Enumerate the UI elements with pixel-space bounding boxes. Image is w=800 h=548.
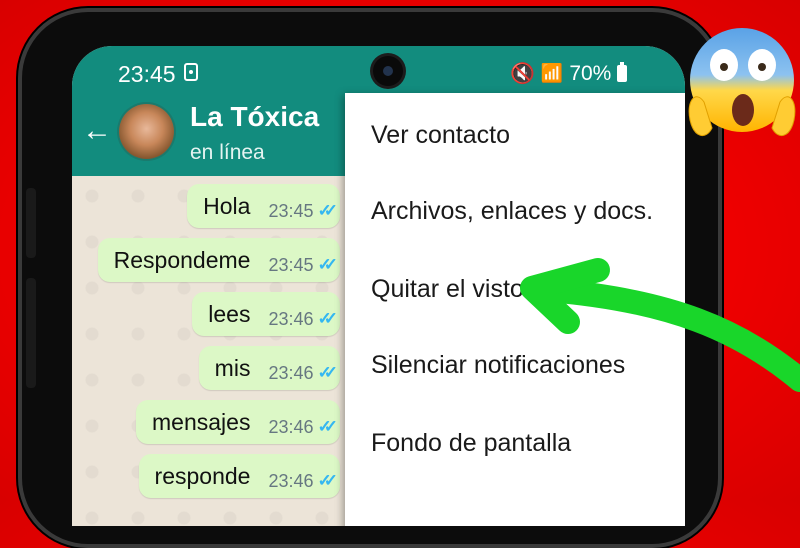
message-time: 23:45 <box>268 254 314 275</box>
message-time: 23:46 <box>268 362 314 383</box>
menu-item-ver-contacto[interactable]: Ver contacto <box>371 121 510 150</box>
message-time: 23:46 <box>268 470 314 491</box>
battery-percent: 70% <box>569 61 612 85</box>
message-time: 23:46 <box>268 416 314 437</box>
message-bubble[interactable]: lees 23:46 ✓✓ <box>192 292 340 336</box>
message-bubble[interactable]: Hola 23:45 ✓✓ <box>187 184 340 228</box>
message-text: Respondeme <box>113 246 251 273</box>
message-time: 23:45 <box>268 200 314 221</box>
read-ticks-icon: ✓✓ <box>317 363 338 382</box>
message-bubble[interactable]: mis 23:46 ✓✓ <box>198 346 340 390</box>
message-text: responde <box>154 462 251 489</box>
menu-item-archivos[interactable]: Archivos, enlaces y docs. <box>371 197 653 226</box>
message-text: mensajes <box>152 408 251 435</box>
menu-item-fondo[interactable]: Fondo de pantalla <box>371 429 571 458</box>
contact-status: en línea <box>190 141 265 164</box>
read-ticks-icon: ✓✓ <box>317 255 338 274</box>
read-ticks-icon: ✓✓ <box>317 201 338 220</box>
status-icons: 🔇 📶 70% <box>510 61 628 86</box>
power-button <box>26 278 36 388</box>
mute-icon: 🔇 <box>510 63 535 85</box>
message-text: mis <box>214 354 251 381</box>
battery-icon <box>617 62 628 82</box>
front-camera <box>373 56 403 86</box>
message-bubble[interactable]: mensajes 23:46 ✓✓ <box>136 400 340 444</box>
message-bubble[interactable]: Respondeme 23:45 ✓✓ <box>97 238 340 282</box>
notification-icon <box>184 63 198 81</box>
wifi-icon: 📶 <box>540 63 564 83</box>
status-time: 23:45 <box>118 61 176 87</box>
read-ticks-icon: ✓✓ <box>317 309 338 328</box>
message-text: lees <box>208 300 251 327</box>
scared-emoji-icon <box>688 28 796 136</box>
message-text: Hola <box>203 192 251 219</box>
contact-name[interactable]: La Tóxica <box>190 101 319 133</box>
screen: 23:45 🔇 📶 70% ← La Tóxica en línea Hola … <box>72 46 685 526</box>
read-ticks-icon: ✓✓ <box>317 417 338 436</box>
message-bubble[interactable]: responde 23:46 ✓✓ <box>138 454 340 498</box>
menu-item-silenciar[interactable]: Silenciar notificaciones <box>371 351 625 380</box>
overflow-menu: Ver contacto Archivos, enlaces y docs. Q… <box>345 93 685 526</box>
message-time: 23:46 <box>268 308 314 329</box>
phone-frame: 23:45 🔇 📶 70% ← La Tóxica en línea Hola … <box>18 8 722 548</box>
read-ticks-icon: ✓✓ <box>317 471 338 490</box>
menu-item-quitar-visto[interactable]: Quitar el visto <box>371 275 524 304</box>
volume-button <box>26 188 36 258</box>
back-arrow-icon[interactable]: ← <box>82 114 112 148</box>
avatar[interactable] <box>119 104 174 159</box>
